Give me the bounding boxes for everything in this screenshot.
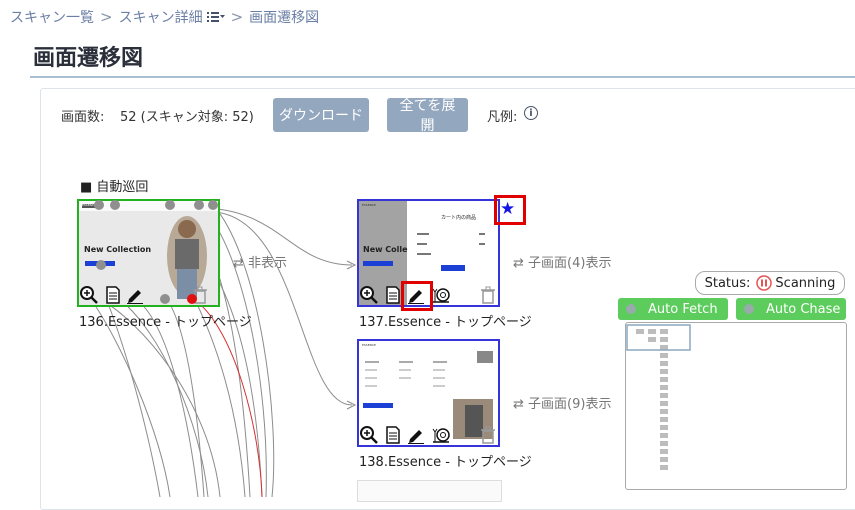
snail-icon[interactable] — [432, 286, 450, 304]
thumbnail-logo: ESSENCE — [362, 203, 376, 207]
transition-label-child-4: ⇄ 子画面(4)表示 — [513, 256, 612, 271]
toggle-dot-icon — [626, 304, 636, 314]
trash-icon[interactable] — [479, 286, 497, 304]
document-icon[interactable] — [384, 286, 402, 304]
node-caption-138: 138.Essence - トップページ — [359, 455, 532, 470]
zoom-in-icon[interactable] — [360, 426, 378, 444]
thumbnail-headline: New Colle — [363, 245, 408, 254]
minimap[interactable] — [625, 322, 847, 490]
screen-node-139[interactable] — [357, 480, 502, 502]
node-caption-136: 136.Essence - トップページ — [79, 315, 252, 330]
minimap-viewport — [626, 324, 691, 351]
zoom-in-icon[interactable] — [360, 286, 378, 304]
connector-dot — [96, 260, 106, 270]
toggle-dot-icon — [744, 304, 754, 314]
transition-label-hidden: ⇄ 非表示 — [233, 256, 288, 271]
document-icon[interactable] — [104, 286, 122, 304]
pause-icon[interactable] — [756, 275, 773, 291]
trash-icon[interactable] — [479, 426, 497, 444]
zoom-in-icon[interactable] — [80, 286, 98, 304]
edit-icon[interactable] — [126, 286, 144, 304]
auto-fetch-toggle[interactable]: Auto Fetch — [618, 298, 728, 320]
thumbnail-cart-title: カート内の商品 — [441, 215, 477, 221]
status-label: Status: — [704, 275, 751, 291]
auto-chase-toggle[interactable]: Auto Chase — [736, 298, 846, 320]
connector-dots — [94, 200, 218, 210]
node-caption-137: 137.Essence - トップページ — [359, 315, 532, 330]
star-icon[interactable]: ★ — [500, 199, 515, 219]
thumbnail-headline: New Collection — [84, 245, 152, 254]
minimap-canvas — [626, 324, 691, 470]
snail-icon[interactable] — [432, 426, 450, 444]
document-icon[interactable] — [384, 426, 402, 444]
status-indicator: Status: Scanning — [695, 271, 845, 295]
auto-chase-label: Auto Chase — [766, 301, 841, 317]
auto-fetch-label: Auto Fetch — [648, 301, 718, 317]
status-value: Scanning — [775, 275, 836, 291]
thumbnail-logo: ESSENCE — [362, 343, 376, 347]
connector-dots-bottom — [160, 294, 197, 304]
node-toolbar — [360, 426, 502, 446]
edit-highlight — [401, 281, 433, 311]
edge-136-138 — [214, 211, 353, 406]
edit-icon[interactable] — [407, 426, 425, 444]
transition-label-child-9: ⇄ 子画面(9)表示 — [513, 397, 612, 412]
